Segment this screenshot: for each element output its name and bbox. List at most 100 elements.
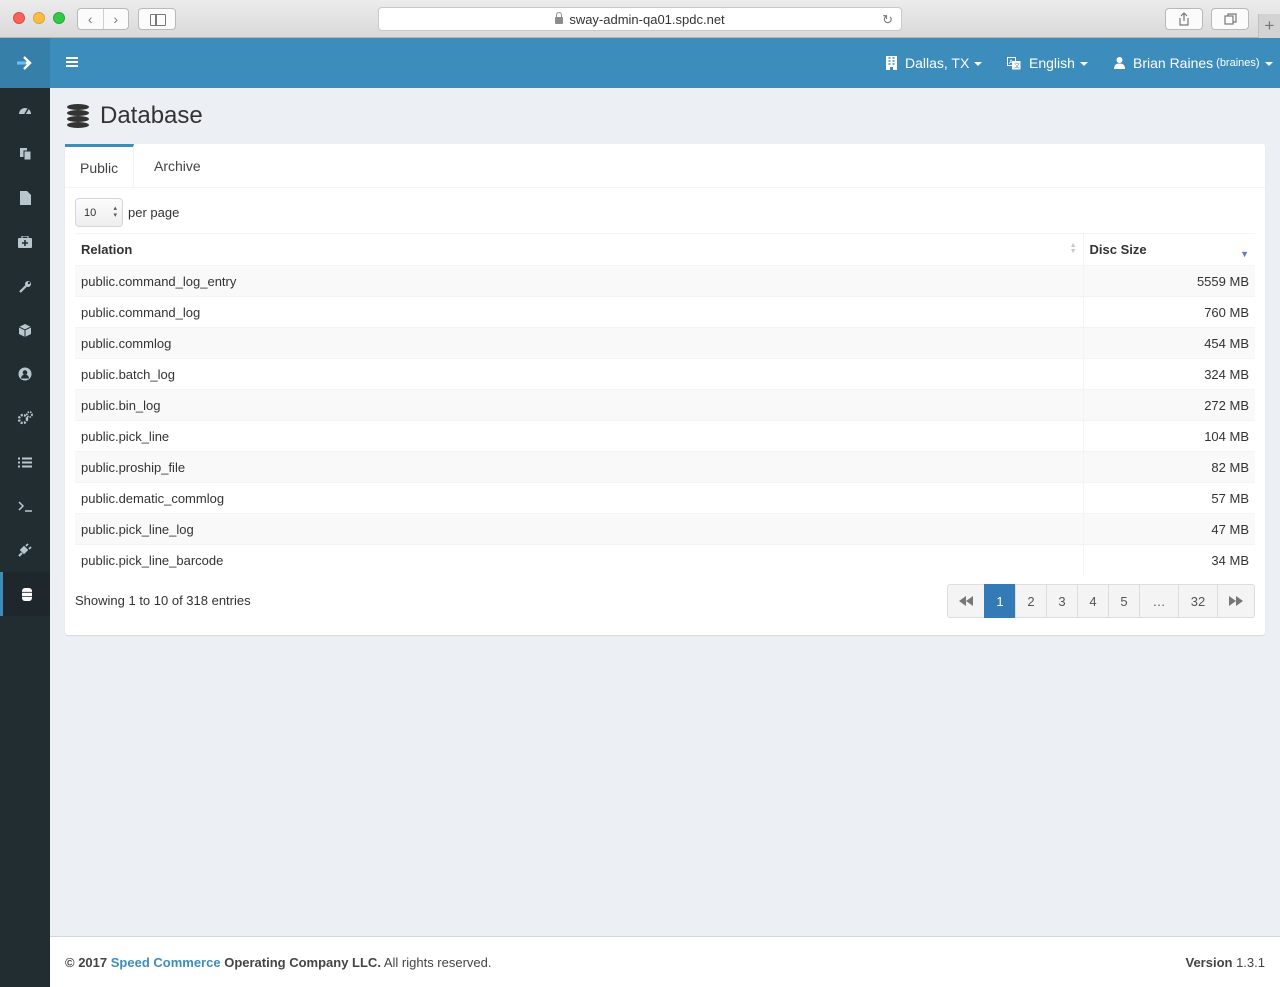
building-icon xyxy=(886,56,897,70)
show-tabs-button[interactable] xyxy=(1211,8,1249,30)
version-label: Version xyxy=(1185,954,1233,970)
language-icon: A文 xyxy=(1007,56,1021,70)
copyright: © 2017 Speed Commerce Operating Company … xyxy=(65,955,492,970)
page-ellipsis: … xyxy=(1139,584,1179,618)
back-icon[interactable]: ‹ xyxy=(78,9,103,29)
menu-toggle-icon[interactable] xyxy=(66,57,78,67)
relation-cell: public.pick_line_barcode xyxy=(75,544,1083,576)
address-bar[interactable]: sway-admin-qa01.spdc.net ↻ xyxy=(378,7,902,31)
per-page-control: 10 per page xyxy=(75,198,179,227)
forward-icon xyxy=(1229,596,1243,606)
tab-strip: Public Archive xyxy=(65,144,1265,188)
version: Version 1.3.1 xyxy=(1185,955,1265,970)
page-button[interactable]: 4 xyxy=(1077,584,1109,618)
database-icon xyxy=(67,104,89,128)
language-label: English xyxy=(1029,55,1075,71)
page-button[interactable]: 1 xyxy=(984,584,1016,618)
sidebar-item-tools[interactable] xyxy=(0,264,50,308)
user-name: Brian Raines xyxy=(1133,55,1214,71)
per-page-value: 10 xyxy=(84,206,97,219)
first-page-button[interactable] xyxy=(947,584,985,618)
footer: © 2017 Speed Commerce Operating Company … xyxy=(50,936,1280,987)
user-circle-icon xyxy=(18,367,32,381)
sidebar-item-medkit[interactable] xyxy=(0,220,50,264)
browser-sidebar-button[interactable] xyxy=(138,8,176,30)
size-cell: 82 MB xyxy=(1082,451,1255,483)
location-label: Dallas, TX xyxy=(905,55,970,71)
user-handle: (braines) xyxy=(1216,57,1260,69)
column-header-relation[interactable]: Relation ▲ ▼ xyxy=(75,233,1083,266)
brand-arrow-icon xyxy=(17,56,32,70)
language-dropdown[interactable]: A文 English xyxy=(1007,38,1088,88)
size-cell: 272 MB xyxy=(1082,389,1255,421)
sidebar-item-packages[interactable] xyxy=(0,308,50,352)
file-icon xyxy=(19,191,31,205)
brand-logo[interactable] xyxy=(0,38,50,88)
column-header-disc-size[interactable]: Disc Size ▼ xyxy=(1082,233,1255,266)
per-page-label: per page xyxy=(128,205,180,220)
reload-icon[interactable]: ↻ xyxy=(882,12,893,28)
pagination: 1 2 3 4 5 … 32 xyxy=(947,584,1255,618)
company-link[interactable]: Speed Commerce xyxy=(111,955,221,970)
sidebar-item-terminal[interactable] xyxy=(0,484,50,528)
page-button[interactable]: 2 xyxy=(1015,584,1047,618)
backward-icon xyxy=(959,596,973,606)
size-cell: 104 MB xyxy=(1082,420,1255,452)
sidebar-item-list[interactable] xyxy=(0,440,50,484)
sidebar-item-settings[interactable] xyxy=(0,396,50,440)
relation-cell: public.bin_log xyxy=(75,389,1083,421)
page-title: Database xyxy=(67,101,203,131)
table-row: public.dematic_commlog 57 MB xyxy=(75,482,1255,514)
close-window-button[interactable] xyxy=(13,12,25,24)
medkit-icon xyxy=(18,236,32,248)
page-button[interactable]: 32 xyxy=(1178,584,1218,618)
per-page-select[interactable]: 10 xyxy=(75,198,123,227)
sidebar-item-plugins[interactable] xyxy=(0,528,50,572)
dashboard-icon xyxy=(19,108,31,115)
table-row: public.proship_file 82 MB xyxy=(75,451,1255,483)
sidebar-item-copy[interactable] xyxy=(0,132,50,176)
database-panel: Public Archive 10 per page Relation ▲▼ D… xyxy=(65,144,1265,635)
relation-cell: public.command_log xyxy=(75,296,1083,328)
location-dropdown[interactable]: Dallas, TX xyxy=(886,38,983,88)
table-row: public.bin_log 272 MB xyxy=(75,389,1255,421)
svg-text:文: 文 xyxy=(1014,62,1020,70)
share-button[interactable] xyxy=(1165,8,1203,30)
tab-archive[interactable]: Archive xyxy=(139,144,216,188)
page-button[interactable]: 5 xyxy=(1108,584,1140,618)
relation-cell: public.proship_file xyxy=(75,451,1083,483)
table-row: public.command_log 760 MB xyxy=(75,296,1255,328)
size-cell: 5559 MB xyxy=(1082,265,1255,297)
relation-cell: public.batch_log xyxy=(75,358,1083,390)
zoom-window-button[interactable] xyxy=(53,12,65,24)
size-cell: 57 MB xyxy=(1082,482,1255,514)
relations-table: Relation ▲ ▼ Disc Size ▼ public.command_l… xyxy=(75,233,1255,576)
history-nav: ‹ › xyxy=(77,8,129,30)
tabs-icon xyxy=(1223,13,1237,25)
browser-toolbar: ‹ › sway-admin-qa01.spdc.net ↻ + xyxy=(0,0,1280,38)
list-icon xyxy=(18,457,32,467)
tab-public-label: Public xyxy=(80,159,119,176)
table-row: public.pick_line 104 MB xyxy=(75,420,1255,452)
page-button[interactable]: 3 xyxy=(1046,584,1078,618)
relation-cell: public.pick_line_log xyxy=(75,513,1083,545)
tab-archive-label: Archive xyxy=(154,158,201,174)
size-cell: 454 MB xyxy=(1082,327,1255,359)
company-rest: Operating Company LLC. xyxy=(224,954,381,970)
user-menu-dropdown[interactable]: Brian Raines (braines) xyxy=(1114,38,1273,88)
minimize-window-button[interactable] xyxy=(33,12,45,24)
new-tab-button[interactable]: + xyxy=(1258,14,1280,38)
size-cell: 324 MB xyxy=(1082,358,1255,390)
sidebar-item-users[interactable] xyxy=(0,352,50,396)
tab-public[interactable]: Public xyxy=(65,144,135,188)
forward-icon[interactable]: › xyxy=(102,9,129,29)
sort-both-icon: ▲ ▼ xyxy=(1069,242,1077,255)
version-value: 1.3.1 xyxy=(1236,954,1265,970)
caret-down-icon xyxy=(1264,62,1273,66)
last-page-button[interactable] xyxy=(1217,584,1255,618)
relation-cell: public.commlog xyxy=(75,327,1083,359)
sidebar-item-files[interactable] xyxy=(0,176,50,220)
sidebar-item-database[interactable] xyxy=(0,572,50,616)
sidebar-item-dashboard[interactable] xyxy=(0,88,50,132)
table-row: public.batch_log 324 MB xyxy=(75,358,1255,390)
